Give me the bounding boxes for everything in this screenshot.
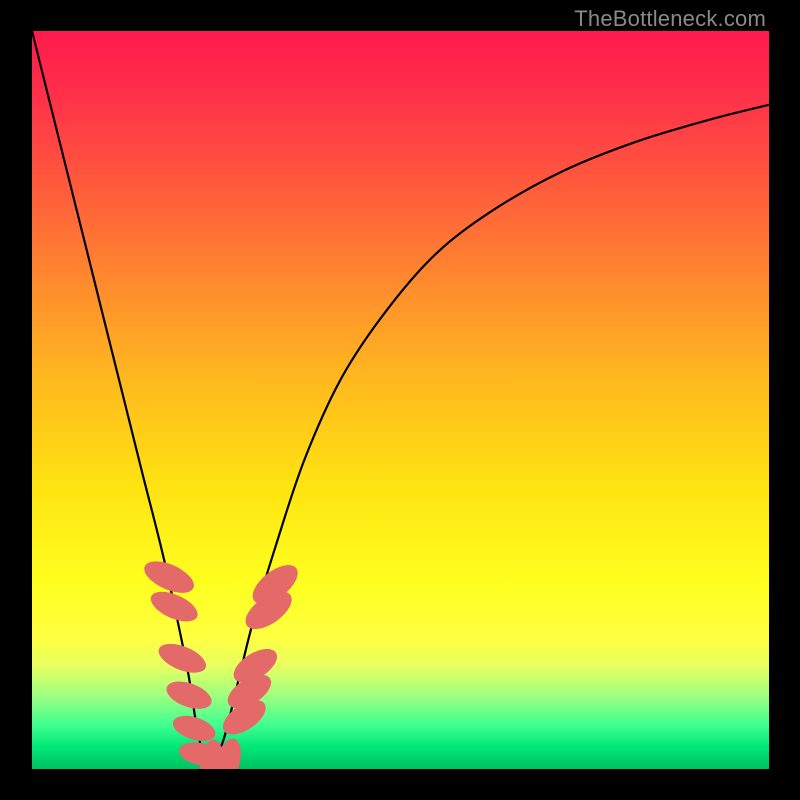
bottleneck-curve bbox=[32, 31, 769, 769]
watermark-text: TheBottleneck.com bbox=[574, 6, 766, 32]
chart-frame: TheBottleneck.com bbox=[0, 0, 800, 800]
chart-plot-area bbox=[32, 31, 769, 769]
curve-marker bbox=[146, 586, 201, 628]
curve-markers bbox=[140, 555, 305, 769]
chart-svg bbox=[32, 31, 769, 769]
